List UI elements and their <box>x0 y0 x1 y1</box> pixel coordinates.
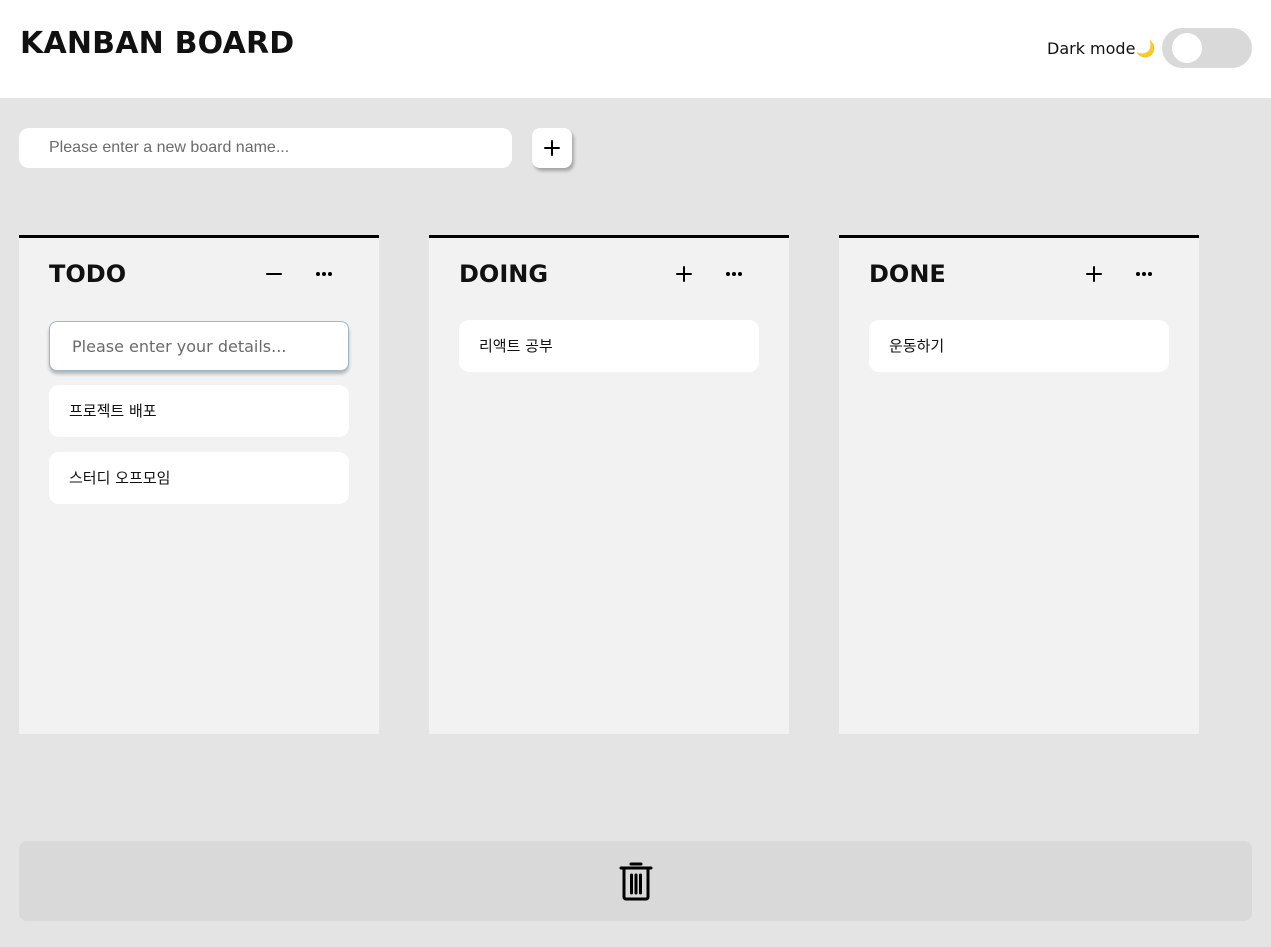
add-card-button[interactable] <box>1082 262 1106 286</box>
card-details-input[interactable] <box>49 321 349 371</box>
more-horizontal-icon <box>1136 272 1152 276</box>
trash-icon <box>619 862 652 901</box>
board-title: DONE <box>869 260 946 288</box>
close-input-button[interactable] <box>262 262 286 286</box>
task-card[interactable]: 스터디 오프모임 <box>49 452 349 504</box>
board-menu-button[interactable] <box>1132 262 1156 286</box>
dark-mode-toggle[interactable] <box>1162 28 1252 68</box>
board-title: DOING <box>459 260 549 288</box>
plus-icon <box>676 266 692 282</box>
toggle-knob <box>1172 33 1202 63</box>
add-card-button[interactable] <box>672 262 696 286</box>
dark-mode-label: Dark mode🌙 <box>1047 39 1155 58</box>
board-doing: DOING 리액트 공부 <box>429 235 789 734</box>
plus-icon <box>1086 266 1102 282</box>
board-todo: TODO 프로젝트 배포 스터디 오프모임 <box>19 235 379 734</box>
more-horizontal-icon <box>726 272 742 276</box>
moon-icon: 🌙 <box>1135 39 1156 58</box>
app-header: KANBAN BOARD Dark mode🌙 <box>0 0 1271 98</box>
board-title: TODO <box>49 260 127 288</box>
add-board-button[interactable] <box>532 128 572 168</box>
task-card[interactable]: 리액트 공부 <box>459 320 759 372</box>
task-card[interactable]: 운동하기 <box>869 320 1169 372</box>
board-menu-button[interactable] <box>722 262 746 286</box>
plus-icon <box>544 140 560 156</box>
app-title: KANBAN BOARD <box>20 26 295 61</box>
new-board-input[interactable] <box>19 128 512 168</box>
trash-drop-zone[interactable] <box>19 841 1252 921</box>
board-menu-button[interactable] <box>312 262 336 286</box>
task-card[interactable]: 프로젝트 배포 <box>49 385 349 437</box>
minus-icon <box>266 273 282 275</box>
dark-mode-label-text: Dark mode <box>1047 39 1136 58</box>
board-done: DONE 운동하기 <box>839 235 1199 734</box>
more-horizontal-icon <box>316 272 332 276</box>
